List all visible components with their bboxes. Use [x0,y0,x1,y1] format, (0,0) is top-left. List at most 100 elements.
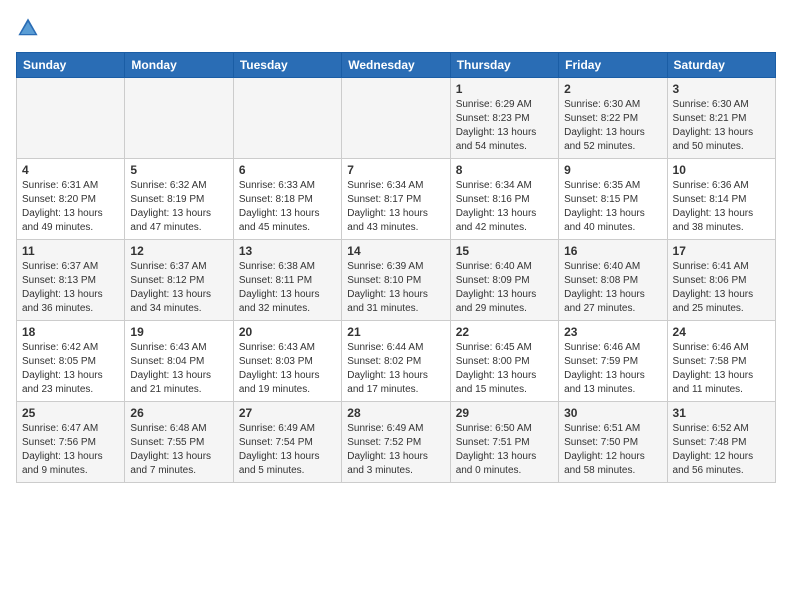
calendar-cell: 6 Sunrise: 6:33 AM Sunset: 8:18 PM Daylig… [233,159,341,240]
calendar-cell [125,78,233,159]
day-detail: Sunrise: 6:45 AM Sunset: 8:00 PM Dayligh… [456,341,553,397]
day-number: 1 [456,82,553,96]
day-detail: Sunrise: 6:33 AM Sunset: 8:18 PM Dayligh… [239,179,336,235]
calendar-cell: 29Sunrise: 6:50 AM Sunset: 7:51 PM Dayli… [450,402,558,483]
calendar-cell: 4 Sunrise: 6:31 AM Sunset: 8:20 PM Daylig… [17,159,125,240]
day-number: 15 [456,244,553,258]
day-number: 13 [239,244,336,258]
calendar-cell: 13 Sunrise: 6:38 AM Sunset: 8:11 PM Dayli… [233,240,341,321]
calendar-cell: 10 Sunrise: 6:36 AM Sunset: 8:14 PM Dayli… [667,159,775,240]
day-detail: Sunrise: 6:30 AM Sunset: 8:21 PM Dayligh… [673,98,770,154]
calendar-week-row: 18 Sunrise: 6:42 AM Sunset: 8:05 PM Dayli… [17,321,776,402]
day-detail: Sunrise: 6:43 AM Sunset: 8:04 PM Dayligh… [130,341,227,397]
calendar-day-header: Saturday [667,53,775,78]
calendar-cell: 14 Sunrise: 6:39 AM Sunset: 8:10 PM Dayli… [342,240,450,321]
logo [16,16,44,40]
calendar-day-header: Friday [559,53,667,78]
day-number: 3 [673,82,770,96]
calendar-table: SundayMondayTuesdayWednesdayThursdayFrid… [16,52,776,483]
day-number: 30 [564,406,661,420]
day-number: 8 [456,163,553,177]
calendar-cell: 23 Sunrise: 6:46 AM Sunset: 7:59 PM Dayli… [559,321,667,402]
calendar-cell [17,78,125,159]
day-detail: Sunrise: 6:51 AM Sunset: 7:50 PM Dayligh… [564,422,661,478]
day-number: 26 [130,406,227,420]
day-number: 9 [564,163,661,177]
day-number: 6 [239,163,336,177]
calendar-week-row: 11 Sunrise: 6:37 AM Sunset: 8:13 PM Dayli… [17,240,776,321]
day-number: 19 [130,325,227,339]
day-detail: Sunrise: 6:37 AM Sunset: 8:13 PM Dayligh… [22,260,119,316]
day-number: 29 [456,406,553,420]
day-number: 28 [347,406,444,420]
calendar-cell: 28 Sunrise: 6:49 AM Sunset: 7:52 PM Dayli… [342,402,450,483]
day-number: 23 [564,325,661,339]
day-detail: Sunrise: 6:39 AM Sunset: 8:10 PM Dayligh… [347,260,444,316]
calendar-cell: 1 Sunrise: 6:29 AM Sunset: 8:23 PM Daylig… [450,78,558,159]
calendar-week-row: 4 Sunrise: 6:31 AM Sunset: 8:20 PM Daylig… [17,159,776,240]
day-number: 12 [130,244,227,258]
calendar-cell: 8 Sunrise: 6:34 AM Sunset: 8:16 PM Daylig… [450,159,558,240]
calendar-day-header: Wednesday [342,53,450,78]
day-number: 21 [347,325,444,339]
day-detail: Sunrise: 6:38 AM Sunset: 8:11 PM Dayligh… [239,260,336,316]
day-number: 7 [347,163,444,177]
day-detail: Sunrise: 6:41 AM Sunset: 8:06 PM Dayligh… [673,260,770,316]
day-number: 20 [239,325,336,339]
calendar-cell: 19 Sunrise: 6:43 AM Sunset: 8:04 PM Dayli… [125,321,233,402]
day-detail: Sunrise: 6:35 AM Sunset: 8:15 PM Dayligh… [564,179,661,235]
calendar-cell: 26Sunrise: 6:48 AM Sunset: 7:55 PM Dayli… [125,402,233,483]
calendar-day-header: Monday [125,53,233,78]
day-number: 10 [673,163,770,177]
calendar-week-row: 1 Sunrise: 6:29 AM Sunset: 8:23 PM Daylig… [17,78,776,159]
day-number: 31 [673,406,770,420]
calendar-cell: 27Sunrise: 6:49 AM Sunset: 7:54 PM Dayli… [233,402,341,483]
calendar-cell: 20Sunrise: 6:43 AM Sunset: 8:03 PM Dayli… [233,321,341,402]
page-header [16,16,776,40]
day-detail: Sunrise: 6:40 AM Sunset: 8:08 PM Dayligh… [564,260,661,316]
calendar-cell: 21Sunrise: 6:44 AM Sunset: 8:02 PM Dayli… [342,321,450,402]
day-number: 4 [22,163,119,177]
day-detail: Sunrise: 6:30 AM Sunset: 8:22 PM Dayligh… [564,98,661,154]
calendar-cell: 15 Sunrise: 6:40 AM Sunset: 8:09 PM Dayli… [450,240,558,321]
calendar-cell: 31 Sunrise: 6:52 AM Sunset: 7:48 PM Dayli… [667,402,775,483]
calendar-cell: 18 Sunrise: 6:42 AM Sunset: 8:05 PM Dayli… [17,321,125,402]
calendar-day-header: Sunday [17,53,125,78]
day-detail: Sunrise: 6:49 AM Sunset: 7:52 PM Dayligh… [347,422,444,478]
calendar-cell: 12Sunrise: 6:37 AM Sunset: 8:12 PM Dayli… [125,240,233,321]
calendar-cell: 9 Sunrise: 6:35 AM Sunset: 8:15 PM Daylig… [559,159,667,240]
day-detail: Sunrise: 6:46 AM Sunset: 7:59 PM Dayligh… [564,341,661,397]
day-number: 2 [564,82,661,96]
calendar-cell: 2 Sunrise: 6:30 AM Sunset: 8:22 PM Daylig… [559,78,667,159]
day-detail: Sunrise: 6:34 AM Sunset: 8:17 PM Dayligh… [347,179,444,235]
day-detail: Sunrise: 6:47 AM Sunset: 7:56 PM Dayligh… [22,422,119,478]
calendar-cell [233,78,341,159]
day-number: 14 [347,244,444,258]
day-detail: Sunrise: 6:29 AM Sunset: 8:23 PM Dayligh… [456,98,553,154]
day-number: 17 [673,244,770,258]
day-number: 27 [239,406,336,420]
calendar-cell [342,78,450,159]
day-detail: Sunrise: 6:42 AM Sunset: 8:05 PM Dayligh… [22,341,119,397]
day-number: 18 [22,325,119,339]
calendar-cell: 5 Sunrise: 6:32 AM Sunset: 8:19 PM Daylig… [125,159,233,240]
day-detail: Sunrise: 6:34 AM Sunset: 8:16 PM Dayligh… [456,179,553,235]
day-number: 22 [456,325,553,339]
calendar-cell: 24Sunrise: 6:46 AM Sunset: 7:58 PM Dayli… [667,321,775,402]
day-number: 16 [564,244,661,258]
day-number: 24 [673,325,770,339]
calendar-day-header: Tuesday [233,53,341,78]
calendar-header-row: SundayMondayTuesdayWednesdayThursdayFrid… [17,53,776,78]
calendar-cell: 25 Sunrise: 6:47 AM Sunset: 7:56 PM Dayli… [17,402,125,483]
day-detail: Sunrise: 6:32 AM Sunset: 8:19 PM Dayligh… [130,179,227,235]
logo-icon [16,16,40,40]
day-number: 11 [22,244,119,258]
day-detail: Sunrise: 6:31 AM Sunset: 8:20 PM Dayligh… [22,179,119,235]
day-detail: Sunrise: 6:52 AM Sunset: 7:48 PM Dayligh… [673,422,770,478]
calendar-day-header: Thursday [450,53,558,78]
calendar-cell: 7 Sunrise: 6:34 AM Sunset: 8:17 PM Daylig… [342,159,450,240]
day-detail: Sunrise: 6:36 AM Sunset: 8:14 PM Dayligh… [673,179,770,235]
day-number: 5 [130,163,227,177]
day-detail: Sunrise: 6:40 AM Sunset: 8:09 PM Dayligh… [456,260,553,316]
day-number: 25 [22,406,119,420]
